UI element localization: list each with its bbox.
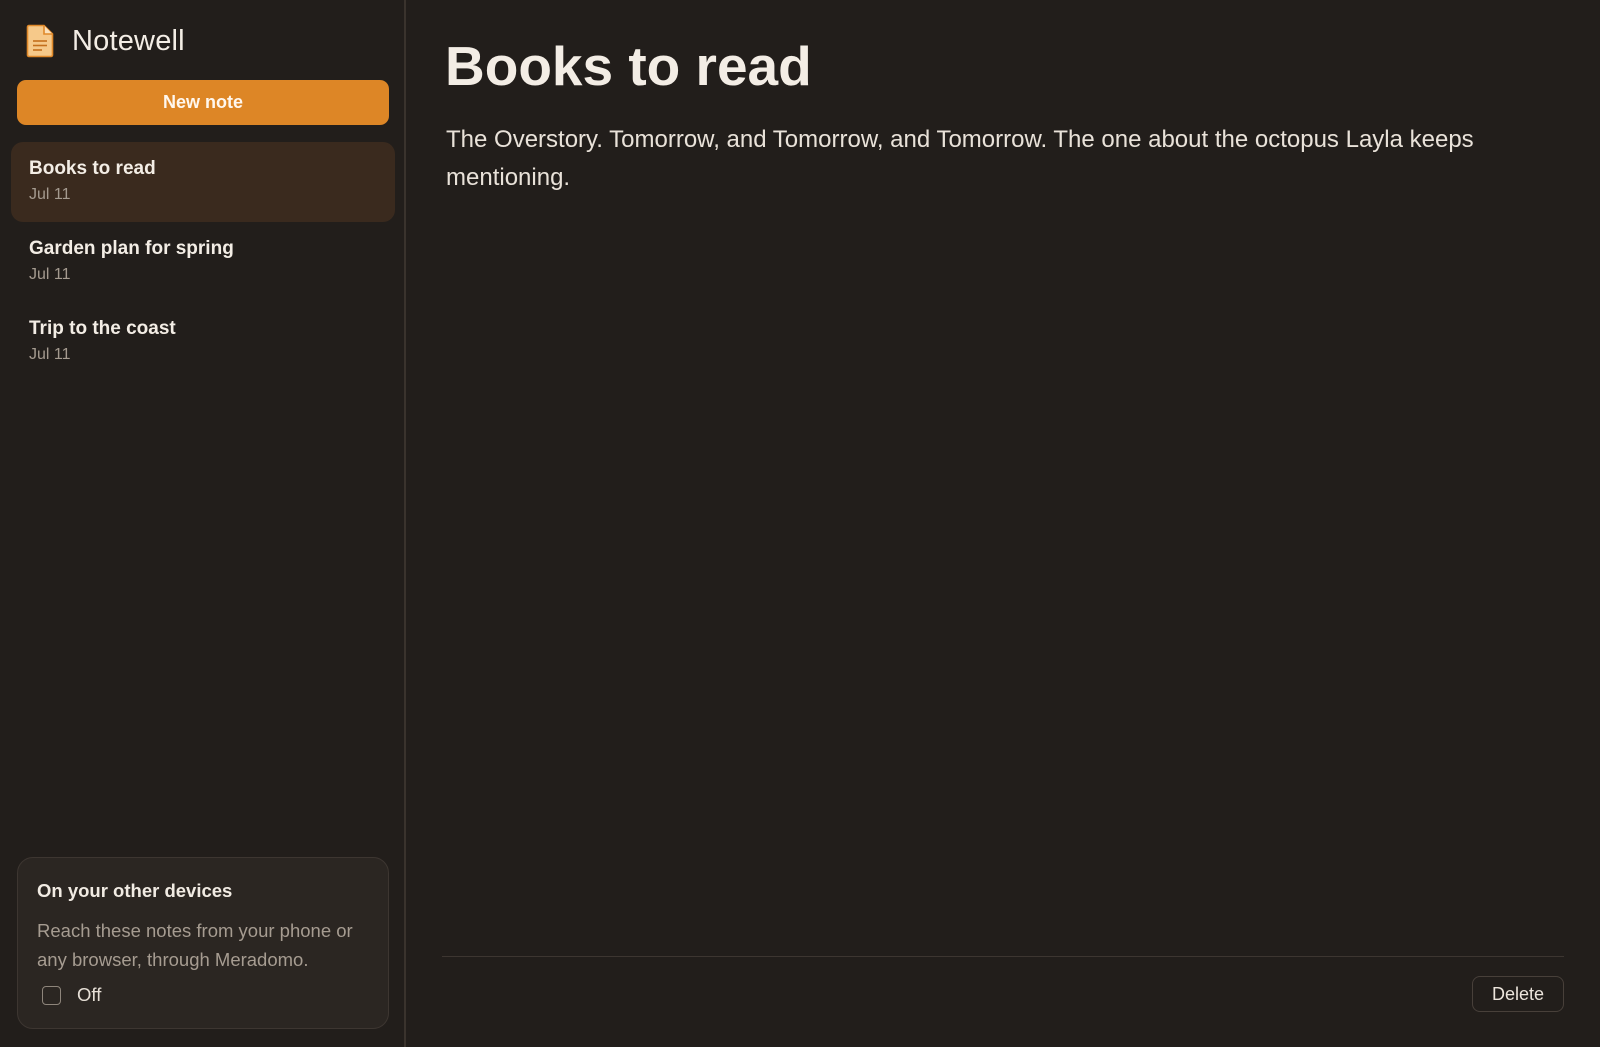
note-item-date: Jul 11 bbox=[29, 186, 71, 203]
note-item-title: Garden plan for spring bbox=[29, 238, 234, 259]
app-name: Notewell bbox=[72, 24, 185, 57]
note-editor: Books to read The Overstory. Tomorrow, a… bbox=[406, 0, 1600, 1047]
note-list-item-books-to-read[interactable]: Books to read Jul 11 bbox=[11, 142, 395, 222]
other-devices-card: On your other devices Reach these notes … bbox=[17, 857, 389, 1029]
note-list-item-garden-plan[interactable]: Garden plan for spring Jul 11 bbox=[11, 222, 395, 302]
note-list-item-trip-to-coast[interactable]: Trip to the coast Jul 11 bbox=[11, 302, 395, 382]
sidebar: Notewell New note Books to read Jul 11 G… bbox=[0, 0, 406, 1047]
other-devices-description: Reach these notes from your phone or any… bbox=[37, 920, 353, 970]
note-body[interactable]: The Overstory. Tomorrow, and Tomorrow, a… bbox=[446, 121, 1536, 197]
sync-toggle-label: Off bbox=[77, 984, 102, 1005]
footer-divider bbox=[442, 956, 1564, 957]
document-icon bbox=[26, 24, 54, 58]
note-title[interactable]: Books to read bbox=[445, 32, 812, 100]
sync-checkbox[interactable] bbox=[42, 985, 61, 1005]
note-item-date: Jul 11 bbox=[29, 346, 71, 363]
note-list: Books to read Jul 11 Garden plan for spr… bbox=[11, 142, 395, 382]
app-brand: Notewell bbox=[26, 24, 185, 58]
delete-button[interactable]: Delete bbox=[1472, 976, 1564, 1012]
other-devices-title: On your other devices bbox=[37, 880, 233, 901]
note-item-date: Jul 11 bbox=[29, 266, 71, 283]
note-item-title: Books to read bbox=[29, 158, 156, 179]
app-window: Notewell New note Books to read Jul 11 G… bbox=[0, 0, 1600, 1047]
note-item-title: Trip to the coast bbox=[29, 318, 176, 339]
sync-toggle[interactable]: Off bbox=[42, 984, 370, 1006]
new-note-button[interactable]: New note bbox=[17, 80, 389, 125]
